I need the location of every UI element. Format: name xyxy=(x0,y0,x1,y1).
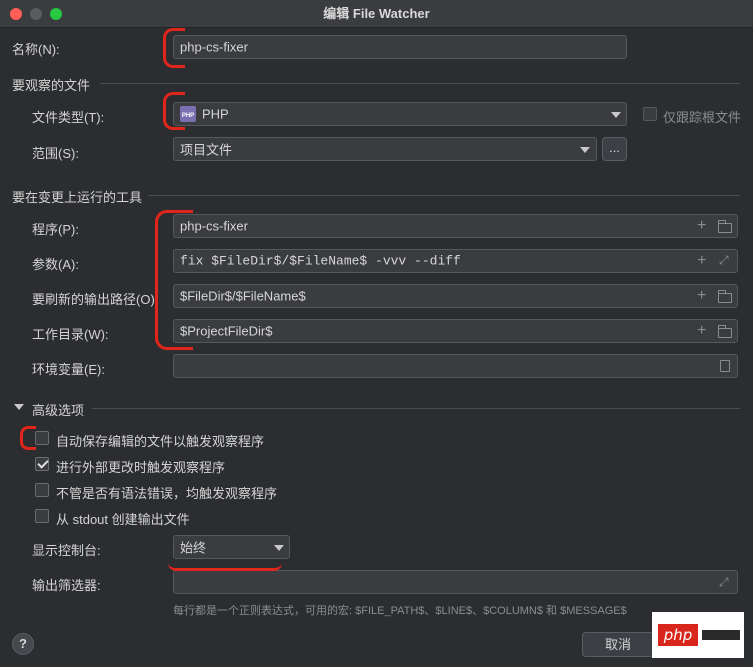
name-value: php-cs-fixer xyxy=(180,39,248,55)
output-filter-label: 输出筛选器: xyxy=(32,578,101,593)
env-vars-label: 环境变量(E): xyxy=(32,362,105,377)
expand-icon[interactable]: ⤢ xyxy=(719,576,729,588)
file-type-label: 文件类型(T): xyxy=(32,110,105,125)
title-bar: 编辑 File Watcher xyxy=(0,0,753,28)
watermark: php xyxy=(652,612,744,658)
arguments-input[interactable]: fix $FileDir$/$FileName$ -vvv --diff + ⤢ xyxy=(173,249,738,273)
show-console-value: 始终 xyxy=(180,540,207,556)
working-dir-value: $ProjectFileDir$ xyxy=(180,323,273,339)
auto-save-checkbox[interactable] xyxy=(35,431,49,445)
stdout-output-checkbox[interactable] xyxy=(35,509,49,523)
insert-macro-icon[interactable]: + xyxy=(697,253,707,269)
output-paths-value: $FileDir$/$FileName$ xyxy=(180,288,306,304)
file-type-value: PHP xyxy=(202,106,229,122)
output-filter-input[interactable]: ⤢ xyxy=(173,570,738,594)
folder-icon[interactable] xyxy=(717,220,732,233)
folder-icon[interactable] xyxy=(717,290,732,303)
arguments-label: 参数(A): xyxy=(32,257,79,272)
syntax-error-checkbox[interactable] xyxy=(35,483,49,497)
external-change-checkbox[interactable] xyxy=(35,457,49,471)
watermark-logo: php xyxy=(658,624,698,646)
chevron-down-icon xyxy=(274,545,284,551)
window-title: 编辑 File Watcher xyxy=(323,6,430,21)
help-button[interactable]: ? xyxy=(12,633,34,655)
expand-icon[interactable]: ⤢ xyxy=(719,255,729,267)
close-window-button[interactable] xyxy=(10,8,22,20)
show-console-select[interactable]: 始终 xyxy=(173,535,290,559)
scope-more-button[interactable]: ... xyxy=(602,137,627,161)
show-console-label: 显示控制台: xyxy=(32,543,101,558)
track-root-label: 仅跟踪根文件 xyxy=(663,110,742,125)
insert-macro-icon[interactable]: + xyxy=(697,323,706,339)
minimize-window-button[interactable] xyxy=(30,8,42,20)
external-change-label: 进行外部更改时触发观察程序 xyxy=(56,460,226,475)
output-filter-hint: 每行都是一个正则表达式，可用的宏: $FILE_PATH$、$LINE$、$CO… xyxy=(173,605,627,617)
output-paths-input[interactable]: $FileDir$/$FileName$ + xyxy=(173,284,738,308)
annotation-bracket xyxy=(163,92,185,130)
maximize-window-button[interactable] xyxy=(50,8,62,20)
output-paths-label: 要刷新的输出路径(O) xyxy=(32,292,155,307)
cancel-button[interactable]: 取消 xyxy=(582,632,654,657)
chevron-down-icon xyxy=(611,112,621,118)
name-label: 名称(N): xyxy=(12,42,60,57)
advanced-section-divider xyxy=(92,408,740,409)
insert-macro-icon[interactable]: + xyxy=(697,288,706,304)
name-input[interactable]: php-cs-fixer xyxy=(173,35,627,59)
stdout-output-label: 从 stdout 创建输出文件 xyxy=(56,512,190,527)
document-icon[interactable] xyxy=(720,360,730,372)
track-root-checkbox[interactable] xyxy=(643,107,657,121)
scope-select[interactable]: 项目文件 xyxy=(173,137,597,161)
scope-value: 项目文件 xyxy=(180,142,233,158)
annotation-bracket xyxy=(155,210,193,350)
syntax-error-label: 不管是否有语法错误，均触发观察程序 xyxy=(56,486,278,501)
working-dir-label: 工作目录(W): xyxy=(32,327,109,342)
chevron-down-icon xyxy=(580,147,590,153)
program-input[interactable]: php-cs-fixer + xyxy=(173,214,738,238)
annotation-underline xyxy=(168,563,282,571)
annotation-bracket xyxy=(20,426,36,450)
auto-save-label: 自动保存编辑的文件以触发观察程序 xyxy=(56,434,265,449)
working-dir-input[interactable]: $ProjectFileDir$ + xyxy=(173,319,738,343)
watermark-bar xyxy=(702,630,740,640)
folder-icon[interactable] xyxy=(717,325,732,338)
insert-macro-icon[interactable]: + xyxy=(697,218,706,234)
tool-section-divider xyxy=(148,195,740,196)
scope-label: 范围(S): xyxy=(32,146,79,161)
files-section-title: 要观察的文件 xyxy=(12,78,91,93)
annotation-bracket xyxy=(163,28,185,68)
arguments-value: fix $FileDir$/$FileName$ -vvv --diff xyxy=(180,253,461,269)
program-label: 程序(P): xyxy=(32,222,79,237)
file-type-select[interactable]: PHP PHP xyxy=(173,102,627,126)
advanced-section-title[interactable]: 高级选项 xyxy=(32,400,84,419)
collapse-arrow-icon[interactable] xyxy=(14,404,24,410)
files-section-divider xyxy=(100,83,740,84)
tool-section-title: 要在变更上运行的工具 xyxy=(12,190,143,205)
env-vars-input[interactable] xyxy=(173,354,738,378)
